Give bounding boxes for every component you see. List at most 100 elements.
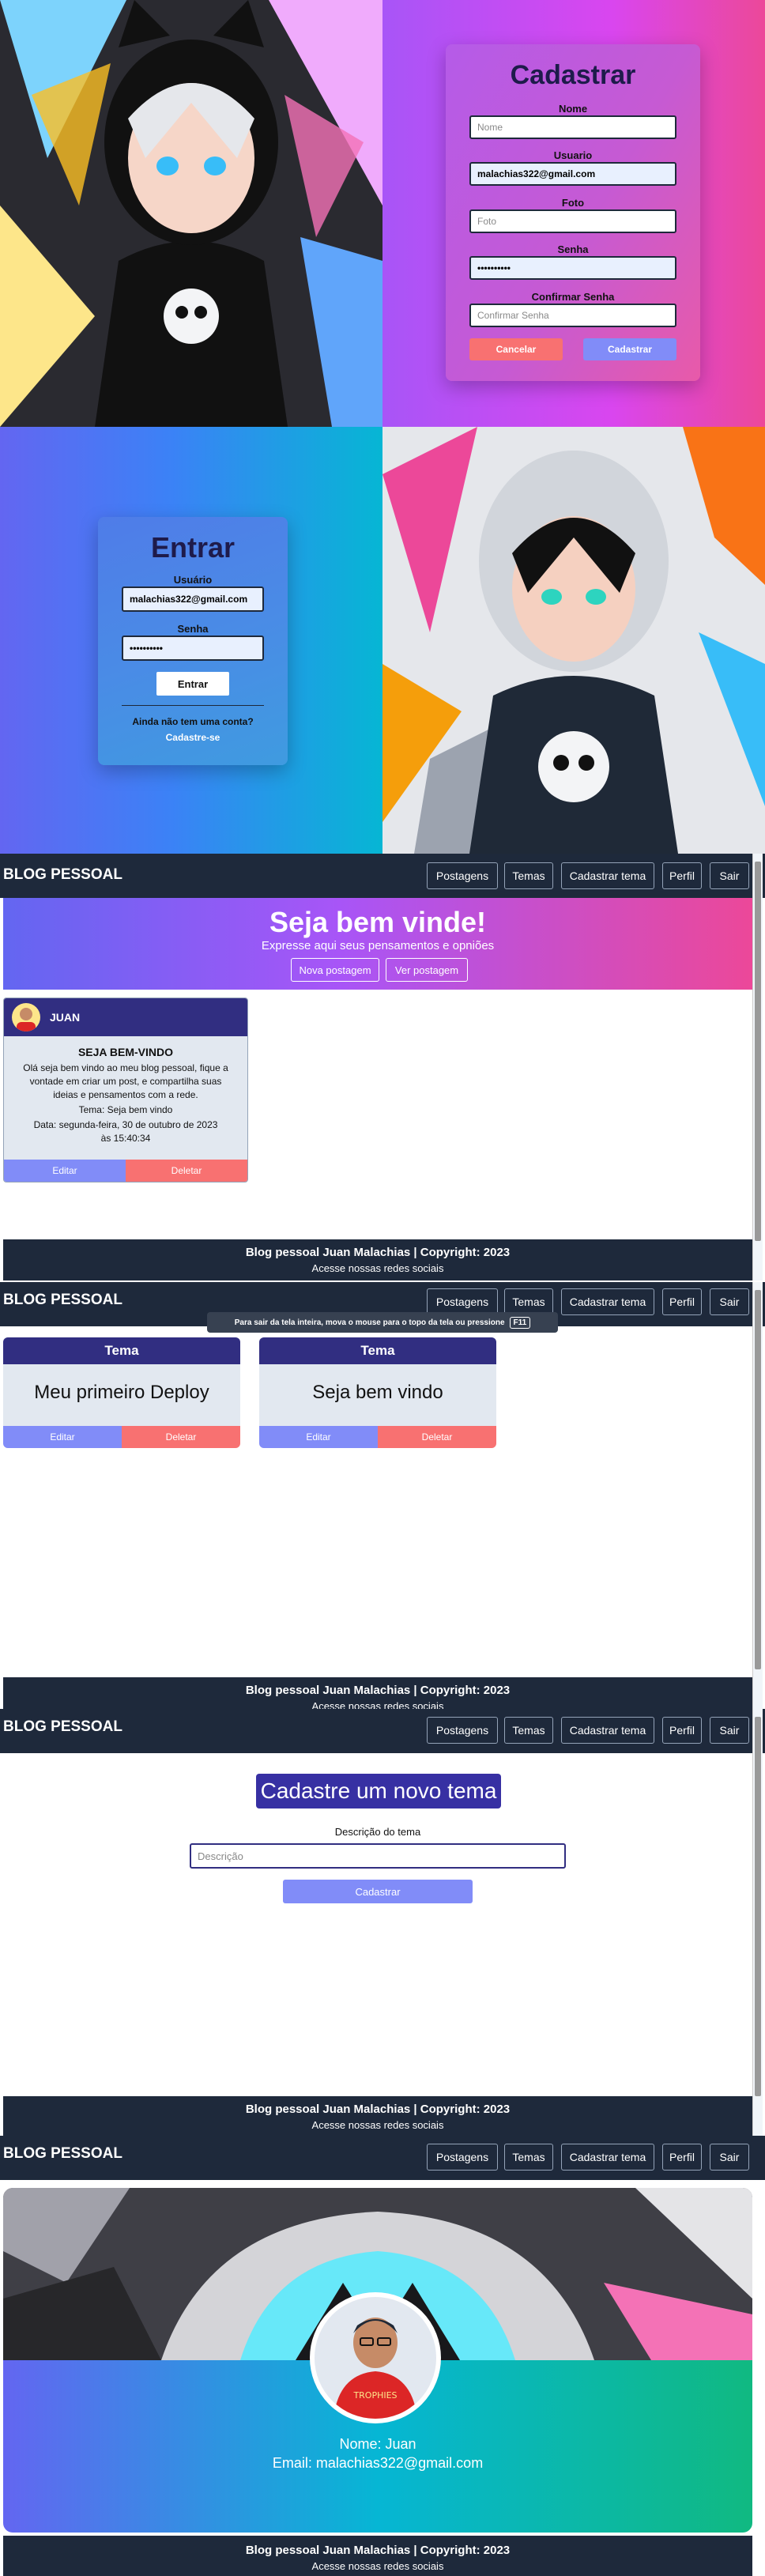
- new-theme-scroll-thumb[interactable]: [755, 1717, 761, 2096]
- footer-themes: Blog pessoal Juan Malachias | Copyright:…: [3, 1677, 752, 1709]
- profile-avatar: TROPHIES: [310, 2292, 441, 2423]
- home-scrollbar[interactable]: [752, 854, 763, 1280]
- nav-perfil[interactable]: Perfil: [662, 1717, 702, 1744]
- nav-sair[interactable]: Sair: [710, 862, 749, 889]
- login-password-input[interactable]: ••••••••••: [122, 636, 264, 661]
- f11-key: F11: [509, 1316, 531, 1329]
- login-password-label: Senha: [177, 623, 209, 635]
- confirm-password-input[interactable]: Confirmar Senha: [469, 304, 676, 327]
- footer-profile: Blog pessoal Juan Malachias | Copyright:…: [3, 2537, 752, 2576]
- login-submit-button[interactable]: Entrar: [156, 672, 229, 696]
- footer-social: Acesse nossas redes sociais: [311, 2560, 444, 2572]
- register-title: Cadastrar: [510, 60, 636, 90]
- navbar-new-theme: BLOG PESSOAL Postagens Temas Cadastrar t…: [0, 1709, 765, 1753]
- theme-card: Tema Meu primeiro Deploy Editar Deletar: [3, 1337, 240, 1448]
- footer-copyright: Blog pessoal Juan Malachias | Copyright:…: [245, 1684, 511, 1697]
- footer-copyright: Blog pessoal Juan Malachias | Copyright:…: [245, 2544, 511, 2557]
- nav-perfil[interactable]: Perfil: [662, 1288, 702, 1315]
- nav-postagens[interactable]: Postagens: [427, 2144, 498, 2171]
- brand-logo[interactable]: BLOG PESSOAL: [3, 866, 122, 884]
- brand-logo[interactable]: BLOG PESSOAL: [3, 2145, 122, 2163]
- profile-email: Email: malachias322@gmail.com: [272, 2455, 484, 2471]
- home-scroll-thumb[interactable]: [755, 862, 761, 1241]
- new-theme-title: Cadastre um novo tema: [256, 1774, 501, 1808]
- nav-cadastrar-tema[interactable]: Cadastrar tema: [561, 2144, 654, 2171]
- theme-edit-button[interactable]: Editar: [259, 1426, 378, 1448]
- post-date: Data: segunda-feira, 30 de outubro de 20…: [33, 1119, 218, 1144]
- new-theme-label: Descrição do tema: [334, 1826, 421, 1838]
- login-divider: [122, 705, 264, 706]
- user-input[interactable]: malachias322@gmail.com: [469, 162, 676, 186]
- nav-temas[interactable]: Temas: [504, 1288, 553, 1315]
- nav-cadastrar-tema[interactable]: Cadastrar tema: [561, 1717, 654, 1744]
- brand-logo[interactable]: BLOG PESSOAL: [3, 1718, 122, 1736]
- brand-logo[interactable]: BLOG PESSOAL: [3, 1292, 122, 1309]
- nav-temas[interactable]: Temas: [504, 862, 553, 889]
- view-posts-button[interactable]: Ver postagem: [386, 958, 468, 982]
- theme-card-header: Tema: [259, 1337, 496, 1364]
- theme-card: Tema Seja bem vindo Editar Deletar: [259, 1337, 496, 1448]
- login-title: Entrar: [150, 531, 236, 564]
- nav-postagens[interactable]: Postagens: [427, 1717, 498, 1744]
- post-body: Olá seja bem vindo ao meu blog pessoal, …: [23, 1062, 228, 1100]
- login-user-input[interactable]: malachias322@gmail.com: [122, 586, 264, 612]
- themes-scrollbar[interactable]: [752, 1282, 763, 1709]
- cancel-button[interactable]: Cancelar: [469, 338, 563, 360]
- nav-perfil[interactable]: Perfil: [662, 862, 702, 889]
- new-post-button[interactable]: Nova postagem: [291, 958, 379, 982]
- name-input[interactable]: Nome: [469, 115, 676, 139]
- nav-sair[interactable]: Sair: [710, 2144, 749, 2171]
- photo-label: Foto: [561, 197, 585, 209]
- login-user-label: Usuário: [173, 574, 213, 586]
- nav-perfil[interactable]: Perfil: [662, 2144, 702, 2171]
- author-avatar: [12, 1003, 40, 1032]
- footer-social: Acesse nossas redes sociais: [311, 1262, 444, 1274]
- theme-card-header: Tema: [3, 1337, 240, 1364]
- new-theme-scrollbar[interactable]: [752, 1709, 763, 2136]
- profile-name: Nome: Juan: [339, 2436, 416, 2452]
- post-delete-button[interactable]: Deletar: [126, 1160, 247, 1182]
- nav-cadastrar-tema[interactable]: Cadastrar tema: [561, 1288, 654, 1315]
- password-input[interactable]: ••••••••••: [469, 256, 676, 280]
- footer-new-theme: Blog pessoal Juan Malachias | Copyright:…: [3, 2096, 752, 2136]
- new-theme-input[interactable]: Descrição: [190, 1843, 566, 1869]
- themes-scroll-thumb[interactable]: [755, 1290, 761, 1669]
- welcome-subtitle: Expresse aqui seus pensamentos e opniões: [261, 939, 495, 952]
- nav-cadastrar-tema[interactable]: Cadastrar tema: [561, 862, 654, 889]
- register-card: Cadastrar Nome Nome Usuario malachias322…: [446, 44, 700, 381]
- navbar-profile: BLOG PESSOAL Postagens Temas Cadastrar t…: [0, 2136, 765, 2180]
- avatar-shirt-text: TROPHIES: [352, 2390, 397, 2401]
- theme-delete-button[interactable]: Deletar: [378, 1426, 496, 1448]
- footer-social: Acesse nossas redes sociais: [311, 2119, 444, 2131]
- post-edit-button[interactable]: Editar: [4, 1160, 126, 1182]
- post-author: JUAN: [50, 1011, 81, 1024]
- theme-description: Meu primeiro Deploy: [34, 1382, 209, 1403]
- welcome-banner: Seja bem vinde! Expresse aqui seus pensa…: [3, 898, 752, 990]
- nav-postagens[interactable]: Postagens: [427, 1288, 498, 1315]
- post-card: JUAN SEJA BEM-VINDO Olá seja bem vindo a…: [3, 998, 248, 1182]
- password-label: Senha: [557, 243, 589, 255]
- post-card-header: JUAN: [4, 998, 247, 1036]
- nav-temas[interactable]: Temas: [504, 2144, 553, 2171]
- new-theme-submit-button[interactable]: Cadastrar: [283, 1880, 473, 1903]
- welcome-title: Seja bem vinde!: [269, 906, 487, 938]
- footer-home: Blog pessoal Juan Malachias | Copyright:…: [3, 1239, 752, 1280]
- nav-sair[interactable]: Sair: [710, 1717, 749, 1744]
- name-label: Nome: [558, 103, 588, 115]
- photo-input[interactable]: Foto: [469, 209, 676, 233]
- nav-temas[interactable]: Temas: [504, 1717, 553, 1744]
- nav-sair[interactable]: Sair: [710, 1288, 749, 1315]
- navbar-home: BLOG PESSOAL Postagens Temas Cadastrar t…: [0, 854, 765, 898]
- post-theme: Tema: Seja bem vindo: [78, 1104, 173, 1115]
- confirm-password-label: Confirmar Senha: [531, 291, 615, 303]
- fullscreen-notice: Para sair da tela inteira, mova o mouse …: [207, 1312, 558, 1333]
- nav-postagens[interactable]: Postagens: [427, 862, 498, 889]
- login-artwork: [382, 427, 765, 854]
- theme-delete-button[interactable]: Deletar: [122, 1426, 240, 1448]
- register-submit-button[interactable]: Cadastrar: [583, 338, 676, 360]
- footer-copyright: Blog pessoal Juan Malachias | Copyright:…: [245, 2103, 511, 2116]
- user-label: Usuario: [553, 149, 593, 161]
- theme-description: Seja bem vindo: [312, 1382, 443, 1403]
- theme-edit-button[interactable]: Editar: [3, 1426, 122, 1448]
- signup-link[interactable]: Cadastre-se: [98, 732, 288, 743]
